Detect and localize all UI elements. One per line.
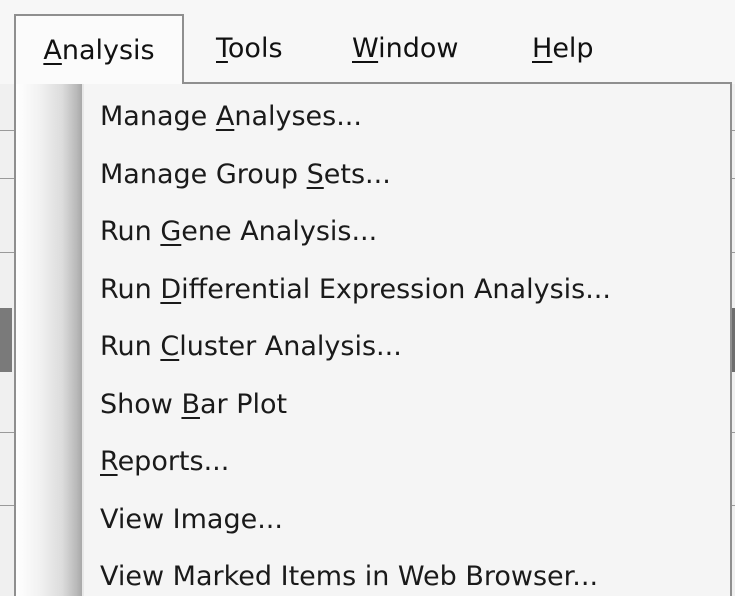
background-panel — [0, 308, 12, 372]
menu-item-reports[interactable]: Reports... — [100, 433, 730, 491]
menu-window[interactable]: Window — [352, 14, 458, 84]
menu-tools[interactable]: Tools — [216, 14, 283, 84]
menu-gutter-separator — [82, 84, 84, 596]
menu-help[interactable]: Help — [532, 14, 594, 84]
app-window: Analysis Tools Window Help Manage Analys… — [0, 0, 735, 596]
menu-item-view-image[interactable]: View Image... — [100, 491, 730, 549]
menu-item-manage-analyses[interactable]: Manage Analyses... — [100, 88, 730, 146]
menu-item-manage-group-sets[interactable]: Manage Group Sets... — [100, 146, 730, 204]
menu-item-run-gene-analysis[interactable]: Run Gene Analysis... — [100, 203, 730, 261]
menu-item-run-cluster-analysis[interactable]: Run Cluster Analysis... — [100, 318, 730, 376]
analysis-dropdown-menu: Manage Analyses... Manage Group Sets... … — [14, 82, 732, 596]
menu-item-show-bar-plot[interactable]: Show Bar Plot — [100, 376, 730, 434]
menu-item-list: Manage Analyses... Manage Group Sets... … — [100, 88, 730, 596]
menu-analysis[interactable]: Analysis — [14, 14, 184, 84]
menu-bar: Analysis Tools Window Help — [0, 0, 735, 84]
menu-icon-gutter — [16, 84, 82, 596]
menu-item-view-marked-items-in-web-browser[interactable]: View Marked Items in Web Browser... — [100, 548, 730, 596]
menu-item-run-differential-expression-analysis[interactable]: Run Differential Expression Analysis... — [100, 261, 730, 319]
